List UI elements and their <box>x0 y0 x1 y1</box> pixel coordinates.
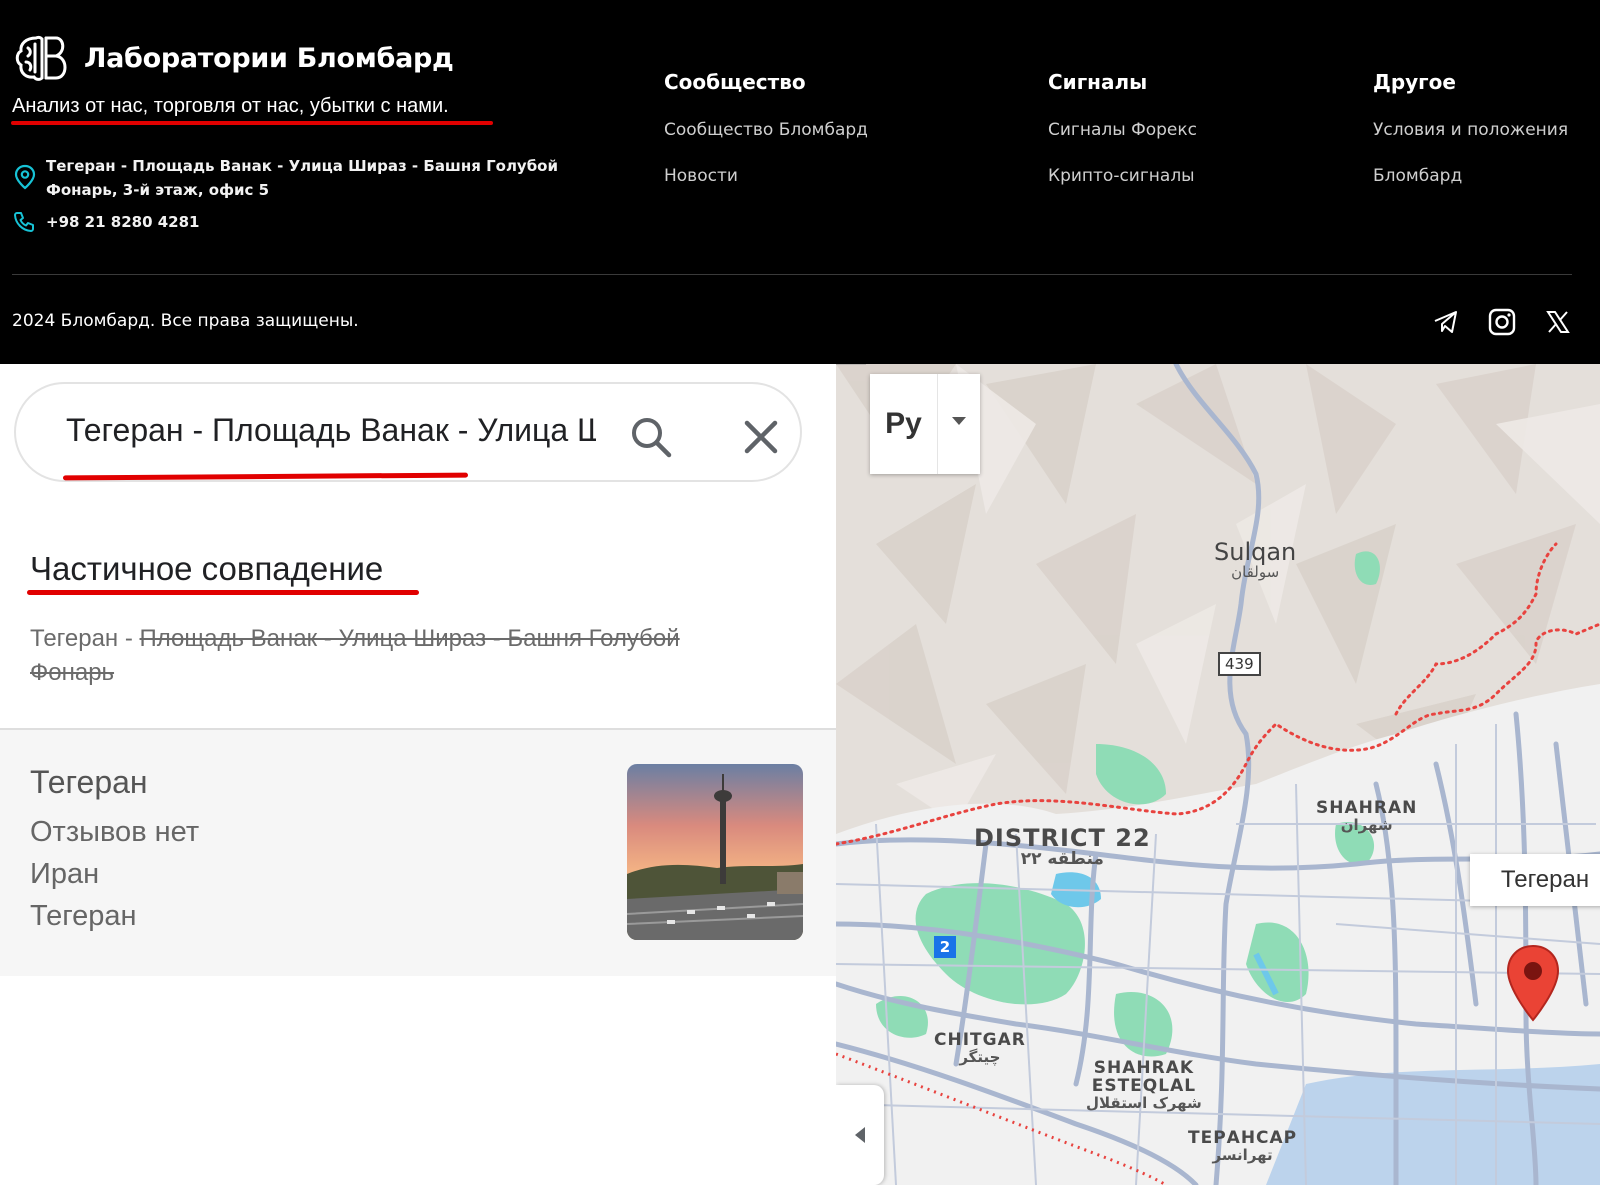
map-label-tehransar: ТЕРАНСАР تهرانسر <box>1188 1128 1298 1164</box>
map-label-sulqan: Sulqan سولقان <box>1214 538 1297 582</box>
red-underline-annotation <box>11 121 493 125</box>
search-button[interactable] <box>628 414 674 460</box>
search-result-item[interactable]: Тегеран Отзывов нет Иран Тегеран <box>0 730 836 976</box>
partial-match-detail: Тегеран - Площадь Ванак - Улица Шираз - … <box>30 622 750 690</box>
map-language-label: Ру <box>870 374 938 474</box>
phone-icon <box>14 212 34 232</box>
label-en: CHITGAR <box>934 1030 1026 1050</box>
map-label-chitgar: CHITGAR چیتگر <box>934 1030 1026 1066</box>
search-panel: Тегеран - Площадь Ванак - Улица Ш Частич… <box>0 364 836 1185</box>
result-name: Тегеран <box>30 764 148 800</box>
link-terms[interactable]: Условия и положения <box>1373 120 1568 140</box>
label-fa: چیتگر <box>959 1047 1001 1066</box>
label-fa: شهران <box>1340 815 1393 834</box>
label-en: DISTRICT 22 <box>974 824 1151 852</box>
brand[interactable]: Лаборатории Бломбард <box>14 32 454 84</box>
phone-number: +98 21 8280 4281 <box>46 213 200 231</box>
result-reviews: Отзывов нет <box>30 816 200 848</box>
road-shield-439: 439 <box>1218 652 1261 676</box>
address-text: Тегеран - Площадь Ванак - Улица Шираз - … <box>46 157 558 199</box>
search-box: Тегеран - Площадь Ванак - Улица Ш <box>14 382 802 482</box>
result-thumbnail[interactable] <box>627 764 803 940</box>
label-en: Sulqan <box>1214 538 1297 566</box>
link-crypto-signals[interactable]: Крипто-сигналы <box>1048 166 1197 186</box>
label-fa: سولقان <box>1231 563 1280 582</box>
link-community[interactable]: Сообщество Бломбард <box>664 120 868 140</box>
link-blombard[interactable]: Бломбард <box>1373 166 1568 186</box>
instagram-icon[interactable] <box>1486 306 1518 338</box>
footer-column-community: Сообщество Сообщество Бломбард Новости <box>664 70 868 212</box>
column-title: Другое <box>1373 70 1456 94</box>
collapse-panel-button[interactable] <box>836 1085 884 1185</box>
x-icon[interactable] <box>1542 306 1574 338</box>
tagline: Анализ от нас, торговля от нас, убытки с… <box>12 95 449 117</box>
footer-column-other: Другое Условия и положения Бломбард <box>1373 70 1568 212</box>
search-input[interactable]: Тегеран - Площадь Ванак - Улица Ш <box>66 412 596 449</box>
label-en: SHAHRAN <box>1316 798 1418 818</box>
map-label-district-22: DISTRICT 22 منطقه ۲۲ <box>974 824 1151 870</box>
partial-match-title: Частичное совпадение <box>30 550 384 587</box>
brain-logo-icon <box>15 35 67 81</box>
milad-tower-photo <box>627 764 803 940</box>
chevron-left-icon <box>855 1127 865 1143</box>
map-language-dropdown[interactable]: Ру <box>870 374 980 474</box>
brand-name: Лаборатории Бломбард <box>84 42 454 74</box>
place-label-tehran[interactable]: Тегеран <box>1470 854 1600 906</box>
clear-search-button[interactable] <box>738 414 784 460</box>
column-title: Сигналы <box>1048 70 1148 94</box>
result-country: Иран <box>30 858 100 890</box>
footer-divider <box>12 274 1572 275</box>
location-pin-icon <box>14 164 36 190</box>
site-footer: Лаборатории Бломбард Анализ от нас, торг… <box>0 0 1600 364</box>
address-row: Тегеран - Площадь Ванак - Улица Шираз - … <box>14 154 614 202</box>
social-links <box>1430 306 1574 338</box>
footer-column-signals: Сигналы Сигналы Форекс Крипто-сигналы <box>1048 70 1197 212</box>
chevron-down-icon[interactable] <box>938 374 980 474</box>
search-icon <box>632 418 672 458</box>
column-title: Сообщество <box>664 70 806 94</box>
label-en-line2: ESTEQLAL <box>1091 1075 1197 1096</box>
label-fa: منطقه ۲۲ <box>1020 849 1104 870</box>
label-fa: تهرانسر <box>1212 1145 1273 1164</box>
telegram-icon[interactable] <box>1430 306 1462 338</box>
matched-part: Тегеран - <box>30 625 140 652</box>
map-label-shahrak-esteqlal: SHAHRAK ESTEQLAL شهرک استقلال <box>1086 1059 1202 1112</box>
map-view[interactable]: Ру Sulqan سولقان 439 DISTRICT 22 منطقه ۲… <box>836 364 1600 1185</box>
route-badge-2: 2 <box>934 936 956 958</box>
red-underline-annotation <box>62 472 469 481</box>
result-city: Тегеран <box>30 900 137 932</box>
link-news[interactable]: Новости <box>664 166 868 186</box>
map-pin-icon[interactable] <box>1505 944 1561 1024</box>
label-fa: شهرک استقلال <box>1086 1093 1202 1112</box>
copyright: 2024 Бломбард. Все права защищены. <box>12 311 359 331</box>
link-forex-signals[interactable]: Сигналы Форекс <box>1048 120 1197 140</box>
red-underline-annotation <box>27 590 419 595</box>
close-icon <box>744 420 778 454</box>
label-en: ТЕРАНСАР <box>1188 1128 1298 1148</box>
map-label-shahran: SHAHRAN شهران <box>1316 798 1418 834</box>
phone-row[interactable]: +98 21 8280 4281 <box>12 210 199 234</box>
